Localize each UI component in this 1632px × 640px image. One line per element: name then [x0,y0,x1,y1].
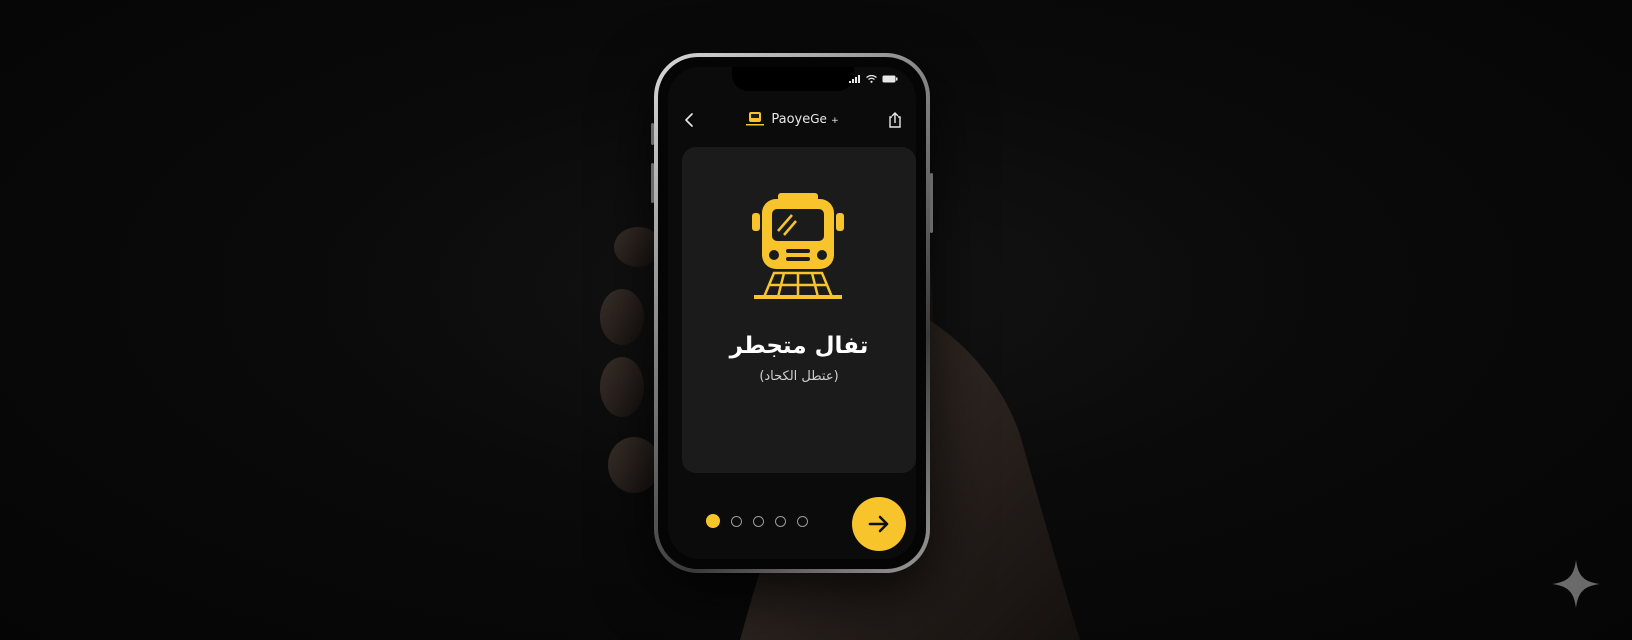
share-icon [889,112,901,128]
wifi-icon [866,75,877,83]
phone-side-button [651,123,654,145]
page-dot-active[interactable] [706,514,720,528]
card-title: تفال متجطر [729,333,869,359]
arrow-right-icon [868,515,889,533]
bus-icon [752,193,844,299]
bus-logo-icon [746,112,765,126]
card-subtitle: (عتطل الكحاد) [759,369,839,384]
app-header: PaoyeGe + [668,107,916,133]
share-button[interactable] [884,109,906,131]
phone-side-button [930,173,933,233]
page-dot[interactable] [731,515,742,527]
pagination [706,514,808,528]
signal-icon [849,75,860,83]
phone-side-button [651,163,654,203]
phone-frame: PaoyeGe + تفال متجطر (عتطل الكحاد) [651,53,933,573]
brand-name: PaoyeGe + [771,111,839,127]
onboarding-card: تفال متجطر (عتطل الكحاد) [682,147,916,473]
notch [732,67,854,91]
phone-screen: PaoyeGe + تفال متجطر (عتطل الكحاد) [668,67,916,559]
page-dot[interactable] [775,515,786,527]
brand: PaoyeGe + [668,111,916,127]
status-bar [849,75,898,83]
phone-bezel: PaoyeGe + تفال متجطر (عتطل الكحاد) [658,57,926,569]
next-button[interactable] [852,497,906,551]
page-dot[interactable] [753,515,764,527]
battery-icon [882,75,898,83]
sparkle-icon [1552,560,1600,608]
page-dot[interactable] [797,515,808,527]
